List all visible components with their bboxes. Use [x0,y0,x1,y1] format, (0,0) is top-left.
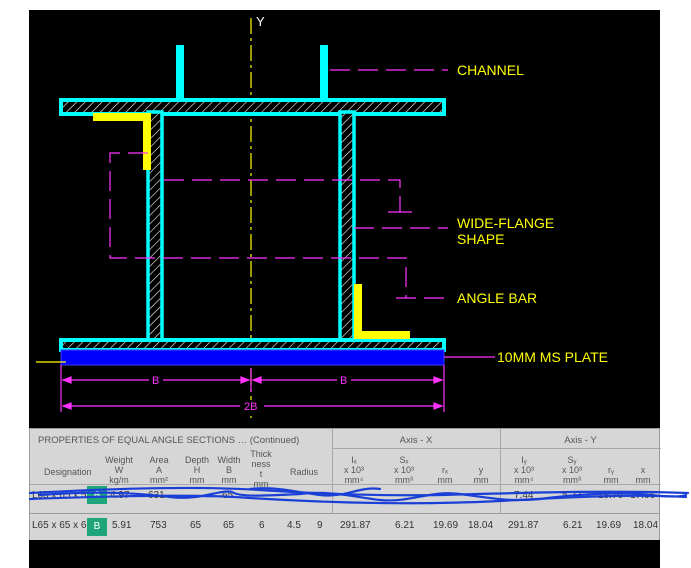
row-b-y: 18.04 [468,520,494,531]
header-weight: Weight Wkg/m [105,455,133,485]
dimension-2b: 2B [244,401,257,413]
wide-flange-right-web [338,110,356,346]
row-a-ry: 19.76 [598,490,624,501]
axis-y-header: Axis - Y [564,435,597,446]
row-b-rx: 19.69 [433,520,459,531]
row-a-iy: 7.44 [514,490,534,501]
channel-web [59,98,446,116]
header-y: y mm [473,465,489,485]
header-width: Width Bmm [217,455,241,485]
channel-left-leg [176,45,184,102]
label-wide-flange-1: WIDE-FLANGE [457,215,554,231]
row-a-weight: 4.97 [110,490,130,501]
row-b-strip: L65 x 65 x 6 B 5.91 753 65 65 6 4.5 9 29… [29,514,660,540]
label-angle-bar: ANGLE BAR [457,290,537,306]
header-iy: Iᵧ x 10³ mm⁴ [513,455,534,485]
channel-right-leg [320,45,328,102]
row-b-sx: 6.21 [395,520,415,531]
properties-table: PROPERTIES OF EQUAL ANGLE SECTIONS … (Co… [29,428,661,536]
row-b-radius-2: 9 [317,520,323,531]
header-depth: Depth Hmm [184,455,210,485]
header-ix: Iₓ x 10³ mm⁴ [343,455,364,485]
header-x: x mm [635,465,651,485]
row-a-x: 17.66 [630,490,656,501]
y-axis-label: Y [256,14,265,29]
row-a-sy: 5.22 [562,490,582,501]
row-b-radius-1: 4.5 [287,520,301,531]
header-area: Area Amm² [149,455,169,485]
row-b-badge-box: B [87,518,107,536]
row-b-x: 18.04 [633,520,659,531]
table-title: PROPERTIES OF EQUAL ANGLE SECTIONS … (Co… [38,435,300,446]
label-plate: 10MM MS PLATE [497,349,608,365]
dimension-b-right: B [340,375,347,387]
row-a-area: 631 [148,490,165,501]
row-b-ix: 291.87 [340,520,371,531]
row-b-ry: 19.69 [596,520,622,531]
row-b-thickness: 6 [259,520,265,531]
header-ry: rᵧ mm [603,465,619,485]
bottom-flange [59,338,446,352]
header-sy: Sᵧ x 10³ mm³ [561,455,582,485]
row-b-designation-text: L65 x 65 x 6 [32,520,87,531]
axis-x-header: Axis - X [399,435,433,446]
row-b-area: 753 [150,520,167,531]
row-a-width: 65 [222,490,234,501]
header-designation: Designation [44,467,92,477]
label-wide-flange-2: SHAPE [457,231,504,247]
row-b-weight: 5.91 [112,520,132,531]
row-b-depth: 65 [190,520,202,531]
bottom-black-area [29,540,660,568]
header-thickness: Thick ness t mm [250,449,272,489]
dimension-b-left: B [152,375,159,387]
ms-plate [60,349,445,366]
row-a-badge: A [87,486,107,504]
label-channel: CHANNEL [457,62,524,78]
header-sx: Sₓ x 10³ mm³ [393,455,414,485]
header-rx: rₓ mm [437,465,453,485]
header-radius: Radius [289,467,318,477]
row-a-designation: L65 x 65 x 5 [32,490,87,501]
row-b-width: 65 [223,520,235,531]
row-b-sy: 6.21 [563,520,583,531]
row-b-iy: 291.87 [508,520,539,531]
